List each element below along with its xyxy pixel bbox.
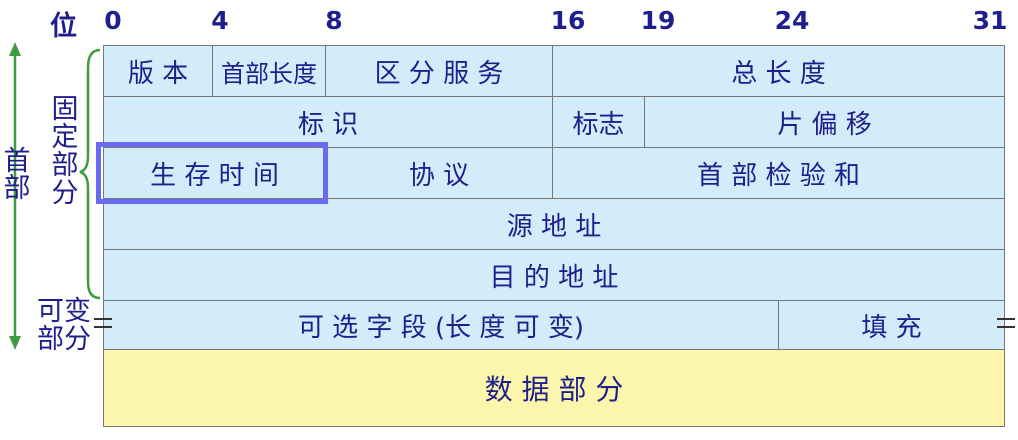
field-data-part-text: 数 据 部 分 <box>484 373 624 406</box>
field-total-length-text: 总 长 度 <box>731 58 826 89</box>
field-options-text: 可 选 字 段 (长 度 可 变) <box>297 312 585 343</box>
field-source-address: 源 地 址 <box>103 198 1005 250</box>
field-differentiated-services-text: 区 分 服 务 <box>374 58 504 89</box>
field-protocol: 协 议 <box>325 147 553 199</box>
field-version: 版 本 <box>103 45 213 97</box>
field-source-address-text: 源 地 址 <box>506 211 602 242</box>
field-padding: 填 充 <box>778 300 1005 350</box>
field-total-length: 总 长 度 <box>552 45 1005 97</box>
header-label: 首部 <box>3 146 31 204</box>
field-version-text: 版 本 <box>127 58 189 89</box>
field-differentiated-services: 区 分 服 务 <box>325 45 553 97</box>
bit-label-24: 24 <box>774 6 810 35</box>
field-flags-text: 标志 <box>572 109 625 140</box>
field-header-checksum-text: 首 部 检 验 和 <box>696 160 861 191</box>
field-fragment-offset-text: 片 偏 移 <box>777 109 872 140</box>
field-destination-address: 目 的 地 址 <box>103 249 1005 301</box>
field-header-length: 首部长度 <box>212 45 326 97</box>
break-mark-left <box>94 318 112 328</box>
field-destination-address-text: 目 的 地 址 <box>489 262 619 293</box>
fixed-part-label: 固定部分 <box>51 94 79 209</box>
field-identification-text: 标 识 <box>297 109 359 140</box>
ttl-highlight-box <box>96 142 328 204</box>
bit-label-16: 16 <box>550 6 586 35</box>
bit-label-4: 4 <box>211 6 229 35</box>
field-protocol-text: 协 议 <box>408 160 470 191</box>
field-header-length-text: 首部长度 <box>221 59 317 88</box>
field-flags: 标志 <box>552 96 645 148</box>
field-data-part: 数 据 部 分 <box>103 349 1005 427</box>
bit-label-0: 0 <box>104 6 122 35</box>
bit-label-19: 19 <box>640 6 676 35</box>
bit-label-8: 8 <box>325 6 343 35</box>
bit-label-31: 31 <box>972 6 1008 35</box>
field-padding-text: 填 充 <box>861 312 922 343</box>
break-mark-right <box>997 318 1015 328</box>
field-fragment-offset: 片 偏 移 <box>644 96 1005 148</box>
field-options: 可 选 字 段 (长 度 可 变) <box>103 300 779 350</box>
field-header-checksum: 首 部 检 验 和 <box>552 147 1005 199</box>
field-identification: 标 识 <box>103 96 553 148</box>
variable-part-label: 可变部分 <box>37 296 91 355</box>
